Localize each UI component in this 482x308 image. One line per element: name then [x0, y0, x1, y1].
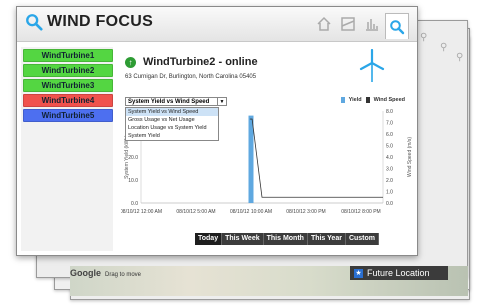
map-icon — [341, 17, 355, 31]
future-location-label: Future Location — [367, 268, 430, 278]
wind-speed-line — [249, 118, 383, 198]
chevron-down-icon: ▼ — [217, 98, 226, 105]
chart-icon — [366, 19, 378, 31]
y2-tick-label: 6.0 — [386, 132, 393, 138]
tab-this-week[interactable]: This Week — [222, 233, 264, 245]
y-axis-label: System Yield (kWh) — [124, 135, 130, 179]
turbine-list: WindTurbine1 WindTurbine2 WindTurbine3 Wind… — [21, 47, 113, 251]
y2-tick-label: 2.0 — [386, 178, 393, 184]
search-icon: ⚲ — [456, 52, 464, 63]
sidebar-item-windturbine1[interactable]: WindTurbine1 — [23, 49, 113, 62]
sidebar-item-windturbine5[interactable]: WindTurbine5 — [23, 109, 113, 122]
legend-yield: Yield — [348, 97, 362, 103]
y2-tick-label: 3.0 — [386, 167, 393, 173]
search-icon — [390, 19, 405, 34]
dropdown-option[interactable]: Location Usage vs System Yield — [126, 124, 218, 132]
tab-today[interactable]: Today — [195, 233, 223, 245]
map-button[interactable] — [337, 13, 359, 35]
turbine-items: WindTurbine1 WindTurbine2 WindTurbine3 Wind… — [21, 47, 113, 122]
y2-tick-label: 5.0 — [386, 144, 393, 150]
chart-legend: Yield Wind Speed — [340, 97, 405, 103]
y2-tick-label: 7.0 — [386, 121, 393, 127]
x-tick-label: 08/10/12 3:00 PM — [286, 209, 325, 215]
x-tick-label: 08/10/12 5:00 AM — [176, 209, 215, 215]
chart-button[interactable] — [361, 13, 383, 35]
logo: WIND FOCUS — [25, 13, 153, 31]
google-logo: Google Drag to move — [70, 268, 142, 278]
online-status-icon: ↑ — [125, 57, 136, 68]
legend-wind: Wind Speed — [373, 97, 405, 103]
x-tick-label: 08/10/12 10:00 AM — [230, 209, 272, 215]
home-icon — [317, 16, 331, 31]
star-icon: ★ — [354, 268, 363, 278]
sidebar-item-windturbine4[interactable]: WindTurbine4 — [23, 94, 113, 107]
turbine-name: WindTurbine2 - online — [143, 56, 258, 68]
y2-tick-label: 0.0 — [386, 201, 393, 207]
dropdown-option[interactable]: Gross Usage vs Net Usage — [126, 116, 218, 124]
search-icon: ⚲ — [420, 32, 428, 43]
search-icon — [26, 14, 43, 31]
tab-this-month[interactable]: This Month — [263, 233, 308, 245]
header: WIND FOCUS — [17, 7, 417, 42]
search-icon: ⚲ — [440, 42, 448, 53]
yield-bar — [248, 115, 254, 203]
tab-this-year[interactable]: This Year — [307, 233, 346, 245]
wind-turbine-icon — [359, 49, 385, 82]
chart-type-select[interactable]: System Yield vs Wind Speed ▼ — [125, 97, 227, 106]
y2-axis-label: Wind Speed (m/s) — [407, 137, 413, 177]
turbine-detail: ↑ WindTurbine2 - online 63 Curnigan Dr, … — [121, 47, 413, 251]
x-tick-label: 08/10/12 8:00 PM — [341, 209, 380, 215]
y2-tick-label: 1.0 — [386, 190, 393, 196]
x-tick-label: 08/10/12 12:00 AM — [121, 209, 162, 215]
sidebar-item-windturbine2[interactable]: WindTurbine2 — [23, 64, 113, 77]
dropdown-option[interactable]: System Yield vs Wind Speed — [126, 108, 218, 116]
wind-swatch — [365, 97, 370, 103]
chart-type-dropdown: System Yield vs Wind Speed Gross Usage vs… — [125, 107, 219, 141]
future-location-button[interactable]: ★ Future Location — [350, 266, 448, 280]
y2-tick-label: 8.0 — [386, 109, 393, 115]
sidebar-item-windturbine3[interactable]: WindTurbine3 — [23, 79, 113, 92]
turbine-address: 63 Curnigan Dr, Burlington, North Caroli… — [125, 74, 257, 80]
y-tick-label: 0.0 — [131, 201, 138, 207]
search-button[interactable] — [385, 13, 409, 39]
app-title: WIND FOCUS — [47, 13, 154, 30]
chart-type-value: System Yield vs Wind Speed — [128, 99, 210, 105]
yield-swatch — [340, 97, 345, 103]
dropdown-option[interactable]: System Yield — [126, 132, 218, 140]
tab-custom[interactable]: Custom — [345, 233, 380, 245]
main-window: WIND FOCUS WindTurbine1 WindTurbine2 Win… — [16, 6, 418, 256]
home-button[interactable] — [313, 13, 335, 35]
time-range-tabs: Today This Week This Month This Year Custom — [195, 233, 380, 245]
y2-tick-label: 4.0 — [386, 155, 393, 161]
